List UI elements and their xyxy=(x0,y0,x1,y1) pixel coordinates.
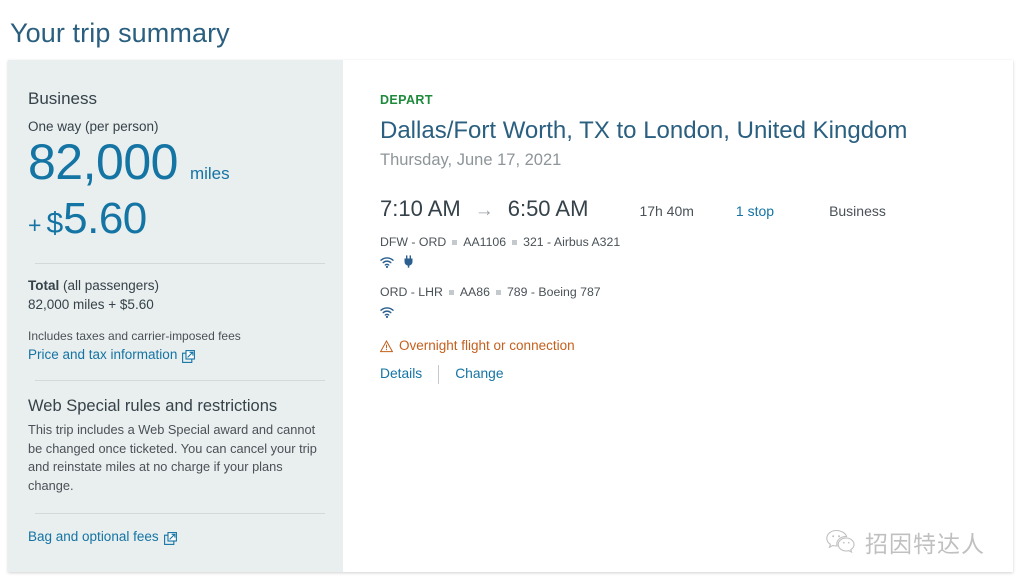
total-label-rest: (all passengers) xyxy=(59,278,160,293)
route-title: Dallas/Fort Worth, TX to London, United … xyxy=(380,117,908,144)
miles-amount: 82,000 xyxy=(28,134,178,190)
segment-amenities xyxy=(380,307,1013,321)
total-label-bold: Total xyxy=(28,278,60,293)
summary-cabin-label: Business xyxy=(28,89,97,108)
segment-route: ORD - LHR xyxy=(380,285,443,299)
departure-time: 7:10 AM xyxy=(380,196,461,221)
total-value: 82,000 miles + $5.60 xyxy=(28,297,154,312)
itinerary-actions: Details Change xyxy=(380,364,1013,384)
flight-duration: 17h 40m xyxy=(639,203,694,219)
cash-plus-sign: + xyxy=(28,212,42,238)
wifi-icon xyxy=(380,305,394,323)
bag-and-optional-fees-label: Bag and optional fees xyxy=(28,529,159,544)
segment-details: DFW - ORD AA1106 321 - Airbus A321 xyxy=(380,234,1013,251)
flight-segment: ORD - LHR AA86 789 - Boeing 787 xyxy=(380,284,1013,321)
price-summary-panel: Business One way (per person) 82,000 mil… xyxy=(8,60,343,572)
warning-triangle-icon xyxy=(379,339,394,353)
segment-separator-dot xyxy=(452,240,458,245)
depart-tag: DEPART xyxy=(380,93,433,107)
segment-route: DFW - ORD xyxy=(380,235,447,249)
price-and-tax-information-label: Price and tax information xyxy=(28,347,178,362)
web-special-rules-title: Web Special rules and restrictions xyxy=(28,397,278,415)
itinerary-cabin-label: Business xyxy=(829,203,886,219)
segment-details: ORD - LHR AA86 789 - Boeing 787 xyxy=(380,284,1013,301)
power-outlet-icon xyxy=(403,255,414,273)
action-separator xyxy=(438,364,440,384)
currency-sign: $ xyxy=(46,207,64,240)
flight-segment: DFW - ORD AA1106 321 - Airbus A321 xyxy=(380,234,1013,271)
arrow-right-icon: → xyxy=(474,200,494,221)
watermark-text: 招因特达人 xyxy=(865,532,985,558)
wechat-icon xyxy=(826,529,856,555)
summary-divider-1 xyxy=(35,263,325,264)
segment-equipment: 789 - Boeing 787 xyxy=(506,285,601,299)
miles-unit-label: miles xyxy=(189,164,230,183)
arrival-time: 6:50 AM xyxy=(507,196,589,221)
miles-price-row: 82,000 miles xyxy=(28,133,321,191)
segment-flight-number: AA1106 xyxy=(463,235,507,249)
fees-note: Includes taxes and carrier-imposed fees xyxy=(28,329,241,343)
cash-amount: 5.60 xyxy=(63,194,147,243)
watermark: 招因特达人 xyxy=(826,525,985,559)
total-label: Total (all passengers) xyxy=(28,276,321,295)
change-link[interactable]: Change xyxy=(455,364,503,384)
cash-price-row: + $ 5.60 xyxy=(28,193,321,245)
overnight-warning: Overnight flight or connection xyxy=(379,336,1013,355)
external-link-icon xyxy=(182,349,196,363)
page-title: Your trip summary xyxy=(10,18,230,48)
flight-times-row: 7:10 AM → 6:50 AM 17h 40m 1 stop Busines… xyxy=(380,195,1013,225)
itinerary-panel: DEPART Dallas/Fort Worth, TX to London, … xyxy=(343,60,1013,572)
summary-divider-2 xyxy=(35,380,325,381)
details-link[interactable]: Details xyxy=(380,364,422,384)
segment-separator-dot xyxy=(495,290,501,295)
wifi-icon xyxy=(380,255,394,273)
trip-summary-card: Business One way (per person) 82,000 mil… xyxy=(8,60,1013,572)
route-date: Thursday, June 17, 2021 xyxy=(380,151,562,169)
external-link-icon xyxy=(163,531,177,545)
segment-equipment: 321 - Airbus A321 xyxy=(523,235,621,249)
web-special-rules-body: This trip includes a Web Special award a… xyxy=(28,422,317,493)
stops-link[interactable]: 1 stop xyxy=(736,197,774,225)
segment-amenities xyxy=(380,255,1013,273)
segment-separator-dot xyxy=(448,290,454,295)
segment-flight-number: AA86 xyxy=(459,285,490,299)
segment-separator-dot xyxy=(512,240,518,245)
price-and-tax-information-link[interactable]: Price and tax information xyxy=(28,345,196,364)
summary-divider-3 xyxy=(35,513,325,514)
overnight-warning-label: Overnight flight or connection xyxy=(399,338,575,353)
bag-and-optional-fees-link[interactable]: Bag and optional fees xyxy=(28,527,177,546)
